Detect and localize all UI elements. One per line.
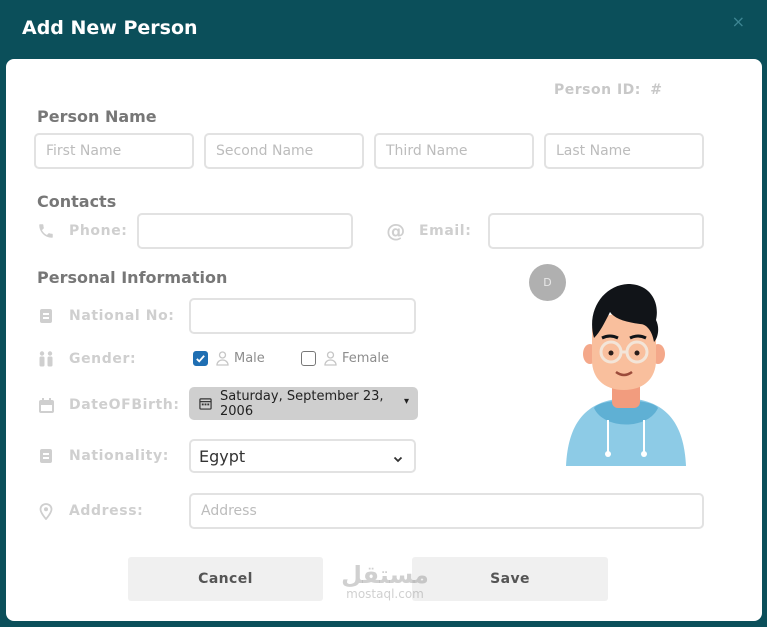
address-label-text: Address: [69, 503, 144, 519]
close-icon[interactable]: × [732, 12, 745, 31]
female-checkbox[interactable] [301, 351, 316, 366]
chevron-down-icon [392, 450, 404, 469]
national-no-label-text: National No: [69, 308, 175, 324]
nationality-select[interactable]: Egypt [189, 439, 416, 473]
passport-icon [37, 447, 55, 465]
location-pin-icon [37, 502, 55, 520]
gender-option-female[interactable]: Female [301, 351, 389, 366]
national-no-input[interactable] [189, 298, 416, 334]
gender-option-male[interactable]: Male [193, 351, 265, 366]
phone-input[interactable] [137, 213, 353, 249]
male-label: Male [234, 351, 265, 366]
date-dropdown-arrow-icon[interactable]: ▾ [404, 396, 409, 407]
person-id: Person ID: # [550, 82, 663, 98]
cancel-button[interactable]: Cancel [128, 557, 323, 601]
person-id-value: # [650, 82, 663, 98]
people-icon [37, 350, 55, 368]
first-name-placeholder: First Name [46, 143, 122, 159]
dialog-title: Add New Person [22, 17, 198, 39]
email-input[interactable] [488, 213, 704, 249]
dialog-titlebar: Add New Person × [0, 0, 767, 60]
section-contacts: Contacts [37, 192, 117, 211]
at-sign-icon: @ [386, 220, 406, 242]
section-personal-information: Personal Information [37, 268, 228, 287]
third-name-placeholder: Third Name [386, 143, 468, 159]
calendar-icon [37, 396, 55, 414]
date-of-birth-value: Saturday, September 23, 2006 [220, 388, 384, 419]
nationality-label-text: Nationality: [69, 448, 169, 464]
national-no-label: National No: [37, 307, 175, 325]
phone-label: Phone: [37, 222, 128, 240]
third-name-input[interactable]: Third Name [374, 133, 534, 169]
nationality-label: Nationality: [37, 447, 169, 465]
watermark-arabic: مستقل [341, 561, 429, 589]
avatar-initial-badge[interactable]: D [529, 264, 566, 301]
address-input[interactable]: Address [189, 493, 704, 529]
gender-label-text: Gender: [69, 351, 137, 367]
section-person-name: Person Name [37, 107, 157, 126]
gender-label: Gender: [37, 350, 136, 368]
save-button[interactable]: Save [412, 557, 608, 601]
dob-label: DateOFBirth: [37, 396, 180, 414]
second-name-placeholder: Second Name [216, 143, 314, 159]
phone-icon [37, 222, 55, 240]
watermark-latin: mostaql.com [346, 587, 424, 601]
dob-label-text: DateOFBirth: [69, 397, 180, 413]
second-name-input[interactable]: Second Name [204, 133, 364, 169]
address-placeholder: Address [201, 503, 257, 519]
last-name-placeholder: Last Name [556, 143, 631, 159]
id-card-icon [37, 307, 55, 325]
first-name-input[interactable]: First Name [34, 133, 194, 169]
date-picker-calendar-icon [199, 397, 212, 410]
person-id-label: Person ID: [554, 82, 641, 98]
email-label-text: Email: [419, 223, 472, 239]
email-label: @ Email: [386, 220, 472, 242]
avatar-illustration[interactable] [564, 280, 688, 466]
date-of-birth-picker[interactable]: Saturday, September 23, 2006 ▾ [189, 387, 418, 420]
phone-label-text: Phone: [69, 223, 128, 239]
female-label: Female [342, 351, 390, 366]
address-label: Address: [37, 502, 143, 520]
male-person-icon [216, 351, 229, 366]
male-checkbox[interactable] [193, 351, 208, 366]
female-person-icon [324, 351, 337, 366]
mostaql-watermark: مستقل mostaql.com [335, 562, 435, 600]
last-name-input[interactable]: Last Name [544, 133, 704, 169]
nationality-value: Egypt [199, 446, 246, 466]
